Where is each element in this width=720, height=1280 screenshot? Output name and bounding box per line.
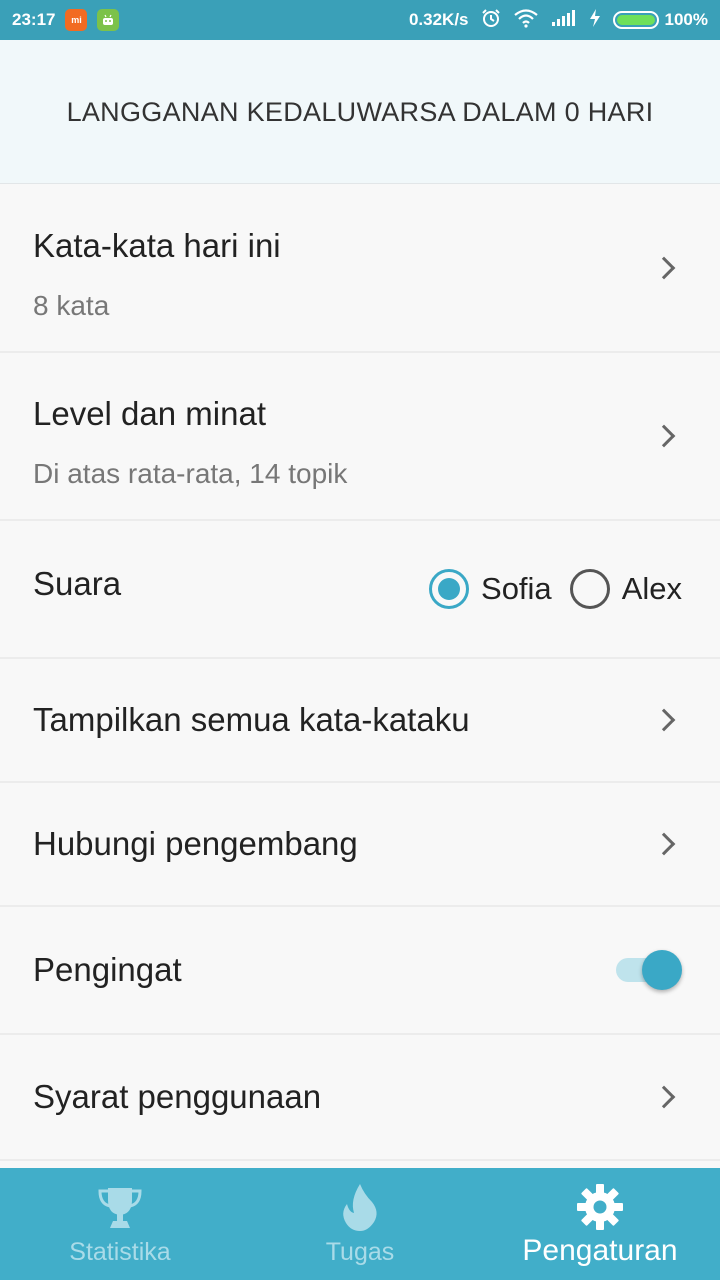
- chevron-right-icon: [652, 256, 676, 280]
- chevron-right-icon: [652, 424, 676, 448]
- bottom-nav: Statistika Tugas Pengaturan: [0, 1168, 720, 1280]
- voice-title: Suara: [33, 565, 122, 602]
- nav-tab-statistika[interactable]: Statistika: [0, 1168, 240, 1280]
- gear-icon: [575, 1182, 625, 1232]
- words-today-title: Kata-kata hari ini: [33, 227, 281, 264]
- reminder-title: Pengingat: [33, 951, 182, 988]
- settings-row-level[interactable]: Level dan minat Di atas rata-rata, 14 to…: [0, 353, 720, 521]
- wifi-icon: [513, 8, 539, 33]
- settings-list: Kata-kata hari ini 8 kata Level dan mina…: [0, 185, 720, 1161]
- battery-icon: [612, 11, 659, 29]
- chevron-right-icon: [652, 1085, 676, 1109]
- contact-title: Hubungi pengembang: [33, 825, 358, 862]
- settings-row-reminder: Pengingat: [0, 907, 720, 1035]
- voice-options: Sofia Alex: [429, 569, 688, 609]
- radio-sofia[interactable]: [429, 569, 470, 609]
- battery-percent: 100%: [664, 10, 708, 29]
- clock: 23:17: [12, 10, 56, 29]
- subscription-banner: LANGGANAN KEDALUWARSA DALAM 0 HARI: [0, 40, 720, 184]
- flame-icon: [338, 1182, 382, 1232]
- nav-tab-tugas[interactable]: Tugas: [240, 1168, 480, 1280]
- reminder-toggle[interactable]: [616, 950, 682, 990]
- chevron-right-icon: [652, 832, 676, 856]
- charging-icon: [589, 8, 601, 33]
- android-app-icon: [97, 9, 120, 31]
- signal-icon: [551, 9, 577, 32]
- mi-app-icon: mi: [65, 9, 88, 31]
- network-speed: 0.32K/s: [408, 10, 469, 29]
- settings-row-words-today[interactable]: Kata-kata hari ini 8 kata: [0, 185, 720, 353]
- radio-alex-label[interactable]: Alex: [622, 571, 682, 607]
- terms-title: Syarat penggunaan: [33, 1078, 322, 1115]
- settings-row-voice: Suara Sofia Alex: [0, 521, 720, 659]
- battery-indicator: 100%: [612, 10, 708, 30]
- radio-alex[interactable]: [569, 569, 610, 609]
- settings-row-terms[interactable]: Syarat penggunaan: [0, 1035, 720, 1161]
- status-bar: 23:17 mi 0.32K/s 100%: [0, 0, 720, 40]
- alarm-icon: [481, 8, 501, 33]
- nav-tab-pengaturan[interactable]: Pengaturan: [480, 1168, 720, 1280]
- subscription-banner-text: LANGGANAN KEDALUWARSA DALAM 0 HARI: [66, 96, 654, 127]
- level-subtitle: Di atas rata-rata, 14 topik: [33, 458, 348, 489]
- nav-label-statistika: Statistika: [69, 1238, 171, 1266]
- settings-row-contact[interactable]: Hubungi pengembang: [0, 783, 720, 907]
- nav-label-pengaturan: Pengaturan: [522, 1234, 678, 1267]
- level-title: Level dan minat: [33, 395, 266, 432]
- settings-row-show-words[interactable]: Tampilkan semua kata-kataku: [0, 659, 720, 783]
- chevron-right-icon: [652, 708, 676, 732]
- show-words-title: Tampilkan semua kata-kataku: [33, 701, 470, 738]
- radio-sofia-label[interactable]: Sofia: [481, 571, 552, 607]
- words-today-subtitle: 8 kata: [33, 290, 110, 321]
- trophy-icon: [95, 1182, 145, 1232]
- nav-label-tugas: Tugas: [325, 1238, 395, 1266]
